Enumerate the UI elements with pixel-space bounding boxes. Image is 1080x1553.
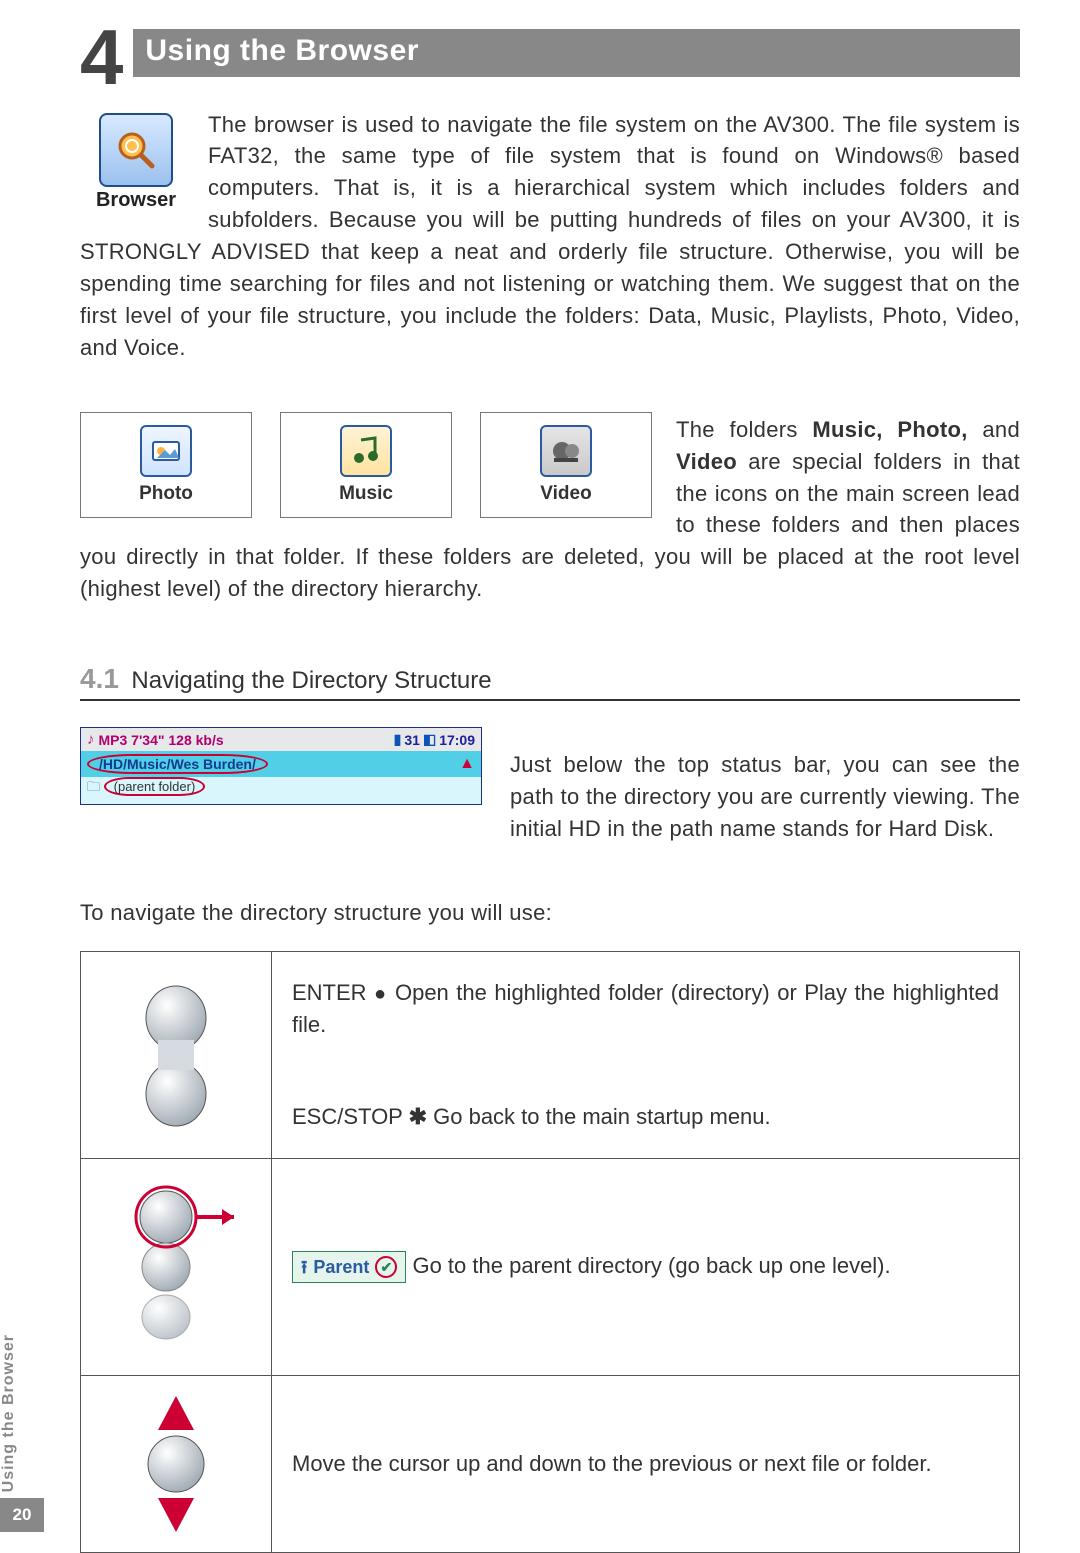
updown-desc: Move the cursor up and down to the previ… (292, 1451, 932, 1476)
section-title-bar: Using the Browser (133, 29, 1020, 77)
video-icon (540, 425, 592, 477)
status-battery: 31 (404, 732, 420, 748)
table-row: Move the cursor up and down to the previ… (81, 1375, 1020, 1552)
parent-badge: ⭱ Parent ✔ (292, 1251, 406, 1283)
music-label: Music (339, 483, 393, 505)
subsection-number: 4.1 (80, 663, 119, 694)
nav-intro-paragraph: To navigate the directory structure you … (80, 897, 1020, 929)
browser-icon-block: Browser (80, 113, 192, 212)
table-row: ENTER ● Open the highlighted folder (dir… (81, 951, 1020, 1158)
music-card: Music (280, 412, 452, 518)
clock-icon: ◧ (423, 731, 436, 748)
esc-symbol-icon: ✱ (409, 1104, 427, 1129)
parent-folder-entry: (parent folder) (104, 777, 206, 796)
magnifier-icon (99, 113, 173, 187)
footer-section-tab: Using the Browser (0, 1334, 18, 1492)
path-explanation-paragraph: Just below the top status bar, you can s… (510, 749, 1020, 845)
nav-controls-table: ENTER ● Open the highlighted folder (dir… (80, 951, 1020, 1553)
photo-icon (140, 425, 192, 477)
table-row: ⭱ Parent ✔ Go to the parent directory (g… (81, 1158, 1020, 1375)
folder-up-icon: 🗀 (87, 779, 100, 794)
enter-label: ENTER (292, 980, 367, 1005)
enter-symbol-icon: ● (374, 983, 387, 1005)
joypad-parent-icon-cell (81, 1158, 272, 1375)
note-icon: ♪ (87, 731, 95, 748)
section-heading: 4 Using the Browser (80, 26, 1020, 81)
intro-paragraph: The browser is used to navigate the file… (80, 109, 1020, 364)
parent-desc: Go to the parent directory (go back up o… (412, 1253, 890, 1278)
battery-icon: ▮ (394, 731, 402, 748)
up-arrow-icon: ⭱ (301, 1254, 307, 1280)
subsection-title: Navigating the Directory Structure (131, 667, 491, 694)
video-label: Video (540, 483, 591, 505)
esc-desc: Go back to the main startup menu. (427, 1104, 771, 1129)
folder-icons-row: Photo Music Video (80, 412, 652, 518)
browser-icon-label: Browser (80, 189, 192, 212)
current-path: /HD/Music/Wes Burden/ (87, 754, 268, 774)
subsection-heading: 4.1 Navigating the Directory Structure (80, 663, 1020, 701)
page-number: 20 (0, 1498, 44, 1532)
joypad-updown-icon (128, 1394, 224, 1534)
parent-badge-label: Parent (313, 1254, 369, 1280)
photo-card: Photo (80, 412, 252, 518)
joypad-updown-icon-cell (81, 1375, 272, 1552)
scroll-up-icon: ▲ (459, 755, 475, 773)
file-list: 🗀 (parent folder) (81, 777, 481, 804)
joypad-enter-esc-icon-cell (81, 951, 272, 1158)
status-file-info: MP3 7'34" 128 kb/s (99, 732, 224, 748)
photo-label: Photo (139, 483, 193, 505)
status-time: 17:09 (439, 732, 475, 748)
esc-label: ESC/STOP (292, 1104, 402, 1129)
path-bar: /HD/Music/Wes Burden/ ▲ (81, 751, 481, 777)
music-icon (340, 425, 392, 477)
video-card: Video (480, 412, 652, 518)
enter-esc-desc-cell: ENTER ● Open the highlighted folder (dir… (272, 951, 1020, 1158)
directory-screenshot: ♪MP3 7'34" 128 kb/s ▮31 ◧17:09 /HD/Music… (80, 727, 482, 805)
status-bar: ♪MP3 7'34" 128 kb/s ▮31 ◧17:09 (81, 728, 481, 751)
select-mark-icon: ✔ (375, 1256, 397, 1278)
updown-desc-cell: Move the cursor up and down to the previ… (272, 1375, 1020, 1552)
enter-desc: Open the highlighted folder (directory) … (292, 980, 999, 1037)
joypad-parent-icon (116, 1177, 236, 1357)
joypad-enter-esc-icon (128, 970, 224, 1140)
parent-desc-cell: ⭱ Parent ✔ Go to the parent directory (g… (272, 1158, 1020, 1375)
section-number: 4 (80, 30, 123, 85)
